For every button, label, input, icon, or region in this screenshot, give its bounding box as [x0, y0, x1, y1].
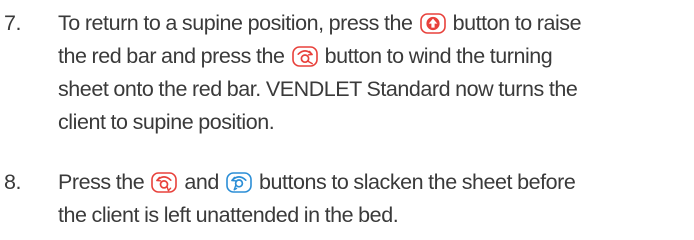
step-text: To return to a supine position, press th…	[58, 7, 688, 139]
slacken-right-icon	[226, 172, 252, 193]
text-line: the red bar and press the button to wind…	[58, 40, 688, 73]
raise-arrow-icon	[419, 13, 446, 34]
text-line: To return to a supine position, press th…	[58, 7, 688, 40]
text-line: Press the and buttons to slacken the she…	[58, 166, 688, 199]
instruction-document: 7. To return to a supine position, press…	[0, 0, 694, 240]
text-segment: button to raise	[452, 11, 582, 35]
text-segment: buttons to slacken the sheet before	[258, 170, 576, 194]
text-segment: To return to a supine position, press th…	[58, 11, 413, 35]
step-text: Press the and buttons to slacken the she…	[58, 166, 688, 232]
text-segment: the red bar and press the	[58, 44, 285, 68]
text-segment: Press the	[58, 170, 145, 194]
text-line: sheet onto the red bar. VENDLET Standard…	[58, 77, 578, 101]
slacken-left-icon	[151, 172, 178, 193]
text-line: the client is left unattended in the bed…	[58, 203, 399, 227]
text-segment: and	[184, 170, 219, 194]
wind-sheet-icon	[291, 46, 318, 67]
step-number: 8.	[4, 170, 22, 194]
text-line: client to supine position.	[58, 110, 275, 134]
step-number: 7.	[4, 11, 22, 35]
text-segment: button to wind the turning	[324, 44, 553, 68]
